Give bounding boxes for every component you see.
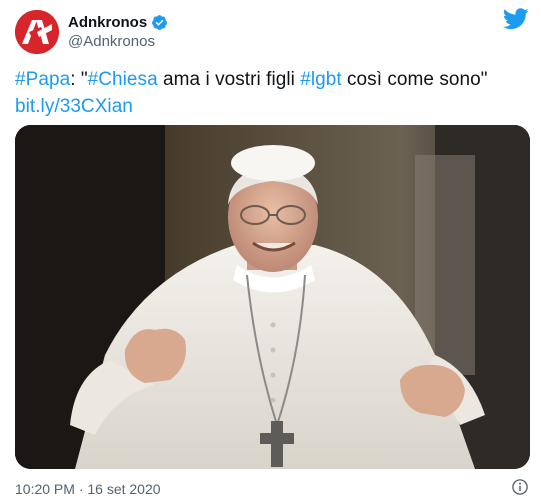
- tweet-text-segment: così come sono": [341, 69, 488, 90]
- hashtag-papa-link[interactable]: #Papa: [15, 69, 70, 90]
- tweet-timestamp[interactable]: 10:20 PM · 16 set 2020: [15, 481, 161, 497]
- twitter-bird-icon[interactable]: [503, 8, 529, 30]
- tweet-card: Adnkronos @Adnkronos #Papa: "#Chiesa ama…: [0, 0, 541, 504]
- short-url-link[interactable]: bit.ly/33CXian: [15, 96, 133, 117]
- author-handle[interactable]: @Adnkronos: [68, 33, 168, 50]
- tweet-photo[interactable]: [15, 125, 530, 469]
- author-display-name[interactable]: Adnkronos: [68, 14, 147, 31]
- author-info: Adnkronos @Adnkronos: [68, 12, 168, 50]
- verified-badge-icon: [152, 14, 168, 30]
- adnkronos-logo-icon: [15, 10, 59, 54]
- pope-photo-image: [15, 125, 530, 469]
- info-icon[interactable]: [511, 478, 529, 496]
- tweet-text-segment: : ": [70, 69, 88, 90]
- hashtag-lgbt-link[interactable]: #lgbt: [300, 69, 341, 90]
- hashtag-chiesa-link[interactable]: #Chiesa: [88, 69, 158, 90]
- author-avatar[interactable]: [15, 10, 59, 54]
- tweet-text-segment: ama i vostri figli: [157, 69, 301, 90]
- tweet-text: #Papa: "#Chiesa ama i vostri figli #lgbt…: [15, 66, 530, 120]
